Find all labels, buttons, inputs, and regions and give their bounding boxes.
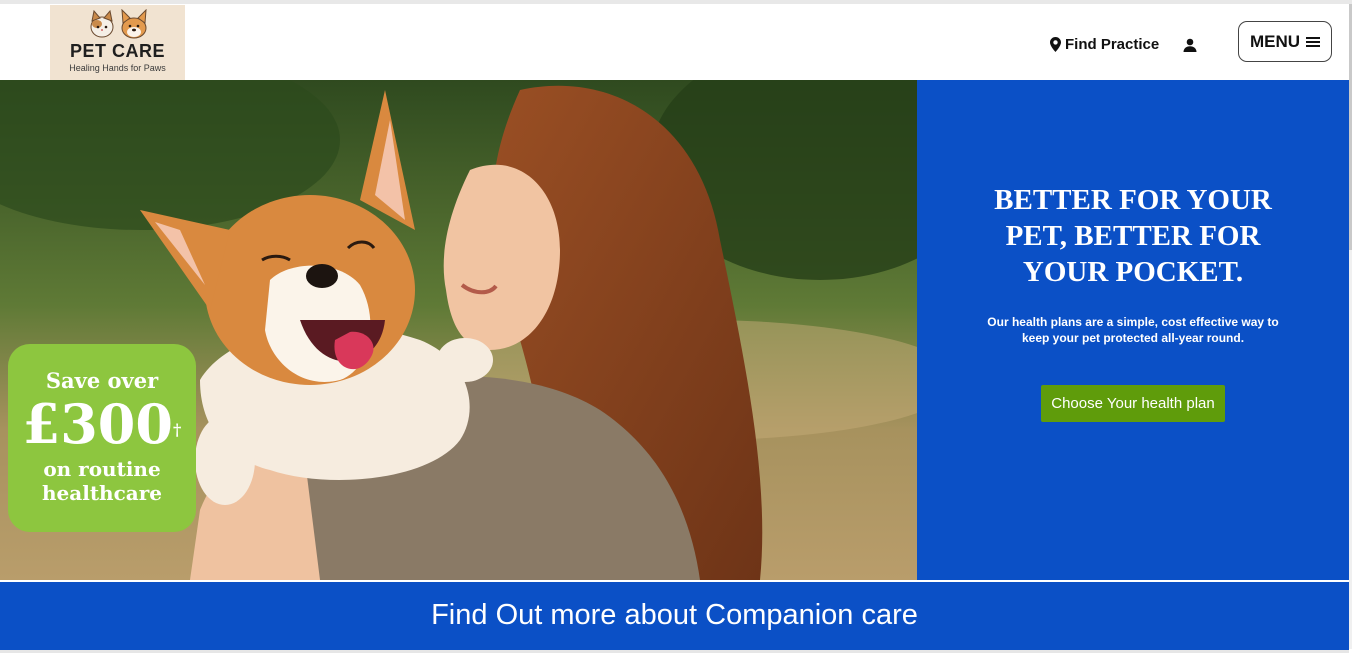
hero-description: Our health plans are a simple, cost effe…	[987, 315, 1279, 345]
brand-tagline: Healing Hands for Paws	[69, 63, 166, 73]
promo-line-on-routine: on routine	[43, 457, 161, 481]
promo-amount: £300†	[8, 394, 196, 454]
hamburger-icon	[1306, 36, 1321, 47]
user-icon[interactable]	[1182, 37, 1198, 53]
pets-logo-icon	[90, 9, 147, 39]
map-pin-icon	[1050, 36, 1061, 52]
hero-title-line: BETTER FOR YOUR	[994, 184, 1272, 216]
browser-top-border	[0, 0, 1352, 4]
hero-panel: BETTER FOR YOUR PET, BETTER FOR YOUR POC…	[917, 80, 1349, 580]
hero-title-line: YOUR POCKET.	[1022, 256, 1244, 288]
promo-line-healthcare: healthcare	[42, 481, 162, 505]
hero-title: BETTER FOR YOUR PET, BETTER FOR YOUR POC…	[947, 182, 1319, 290]
menu-button[interactable]: MENU	[1238, 21, 1332, 62]
find-practice-link[interactable]: Find Practice	[1050, 34, 1159, 54]
brand-logo[interactable]: PET CARE Healing Hands for Paws	[50, 5, 185, 80]
menu-label: MENU	[1249, 31, 1301, 51]
find-practice-label: Find Practice	[1065, 35, 1160, 53]
companion-care-banner[interactable]: Find Out more about Companion care	[0, 582, 1349, 650]
companion-care-title: Find Out more about Companion care	[431, 599, 918, 631]
site-header: PET CARE Healing Hands for Paws Find Pra…	[0, 5, 1349, 80]
promo-line-save-over: Save over	[45, 368, 159, 393]
promo-dagger: †	[172, 420, 182, 439]
brand-name: PET CARE	[69, 41, 165, 61]
hero-title-line: PET, BETTER FOR	[1005, 220, 1261, 252]
promo-amount-value: £300	[22, 392, 173, 456]
savings-promo-badge: Save over £300† on routine healthcare	[8, 344, 196, 532]
choose-health-plan-button[interactable]: Choose Your health plan	[1041, 385, 1225, 422]
